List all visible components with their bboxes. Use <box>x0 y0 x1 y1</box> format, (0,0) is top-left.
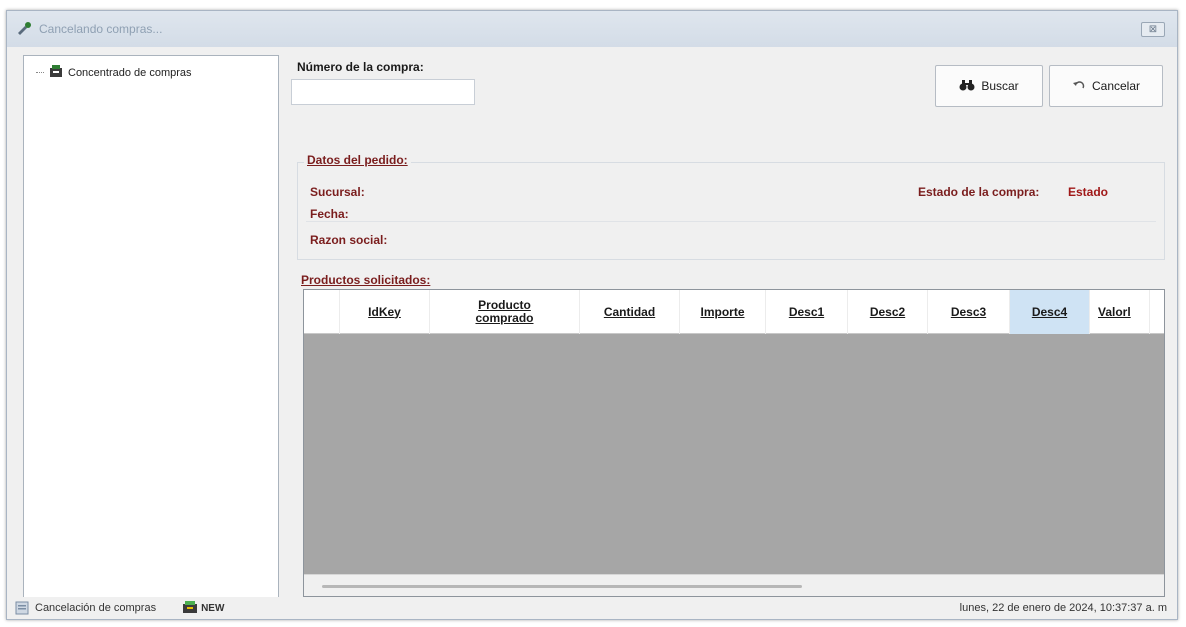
binoculars-icon <box>959 78 975 95</box>
close-icon: ⊠ <box>1148 24 1158 35</box>
razon-social-label: Razon social: <box>310 233 388 247</box>
navigation-tree[interactable]: Concentrado de compras <box>23 55 279 600</box>
scrollbar-thumb[interactable] <box>322 585 802 588</box>
numero-compra-label: Número de la compra: <box>297 60 424 74</box>
new-icon <box>182 600 198 617</box>
purchases-tree-icon <box>48 63 64 82</box>
datos-pedido-title: Datos del pedido: <box>304 153 411 167</box>
sucursal-label: Sucursal: <box>310 185 365 199</box>
cancelar-label: Cancelar <box>1091 79 1141 93</box>
estado-compra-label: Estado de la compra: <box>918 185 1040 199</box>
column-header-desc4[interactable]: Desc4 <box>1010 290 1090 334</box>
grid-header: IdKey Producto comprado Cantidad Importe… <box>304 290 1164 334</box>
status-datetime: lunes, 22 de enero de 2024, 10:37:37 a. … <box>959 602 1167 614</box>
cancel-purchases-window: Cancelando compras... ⊠ Concentrado de c… <box>6 10 1178 620</box>
new-label: NEW <box>201 602 225 614</box>
column-header-desc1[interactable]: Desc1 <box>766 290 848 334</box>
datos-pedido-group: Datos del pedido: Sucursal: Fecha: Estad… <box>297 153 1165 260</box>
column-header-producto[interactable]: Producto comprado <box>430 290 580 334</box>
column-header-importe[interactable]: Importe <box>680 290 766 334</box>
tree-connector <box>36 72 44 73</box>
main-panel: Número de la compra: Buscar Cancelar Dat… <box>289 55 1173 600</box>
cancelar-button[interactable]: Cancelar <box>1049 65 1163 107</box>
estado-compra-value: Estado <box>1068 185 1109 199</box>
productos-solicitados-title: Productos solicitados: <box>301 273 431 287</box>
form-icon <box>15 601 29 615</box>
row-header-cell <box>304 290 340 334</box>
divider <box>306 221 1156 222</box>
app-icon <box>15 20 33 38</box>
productos-grid[interactable]: IdKey Producto comprado Cantidad Importe… <box>303 289 1165 597</box>
horizontal-scrollbar[interactable] <box>304 574 1164 596</box>
buscar-button[interactable]: Buscar <box>935 65 1043 107</box>
fecha-label: Fecha: <box>310 207 349 221</box>
column-header-valor[interactable]: Valorl <box>1090 290 1150 334</box>
numero-compra-input[interactable] <box>291 79 475 105</box>
tree-item-concentrado[interactable]: Concentrado de compras <box>36 63 192 82</box>
title-bar[interactable]: Cancelando compras... ⊠ <box>7 11 1177 47</box>
column-header-desc3[interactable]: Desc3 <box>928 290 1010 334</box>
column-header-cantidad[interactable]: Cantidad <box>580 290 680 334</box>
undo-arrow-icon <box>1072 79 1086 94</box>
column-header-desc2[interactable]: Desc2 <box>848 290 928 334</box>
close-button[interactable]: ⊠ <box>1141 22 1165 37</box>
tree-item-label: Concentrado de compras <box>68 66 192 79</box>
column-header-idkey[interactable]: IdKey <box>340 290 430 334</box>
status-text: Cancelación de compras <box>35 602 157 614</box>
window-title: Cancelando compras... <box>39 22 163 36</box>
buscar-label: Buscar <box>981 79 1019 93</box>
new-badge: NEW <box>182 600 224 617</box>
grid-empty-area <box>304 334 1164 574</box>
status-bar: Cancelación de compras NEW lunes, 22 de … <box>7 597 1177 619</box>
